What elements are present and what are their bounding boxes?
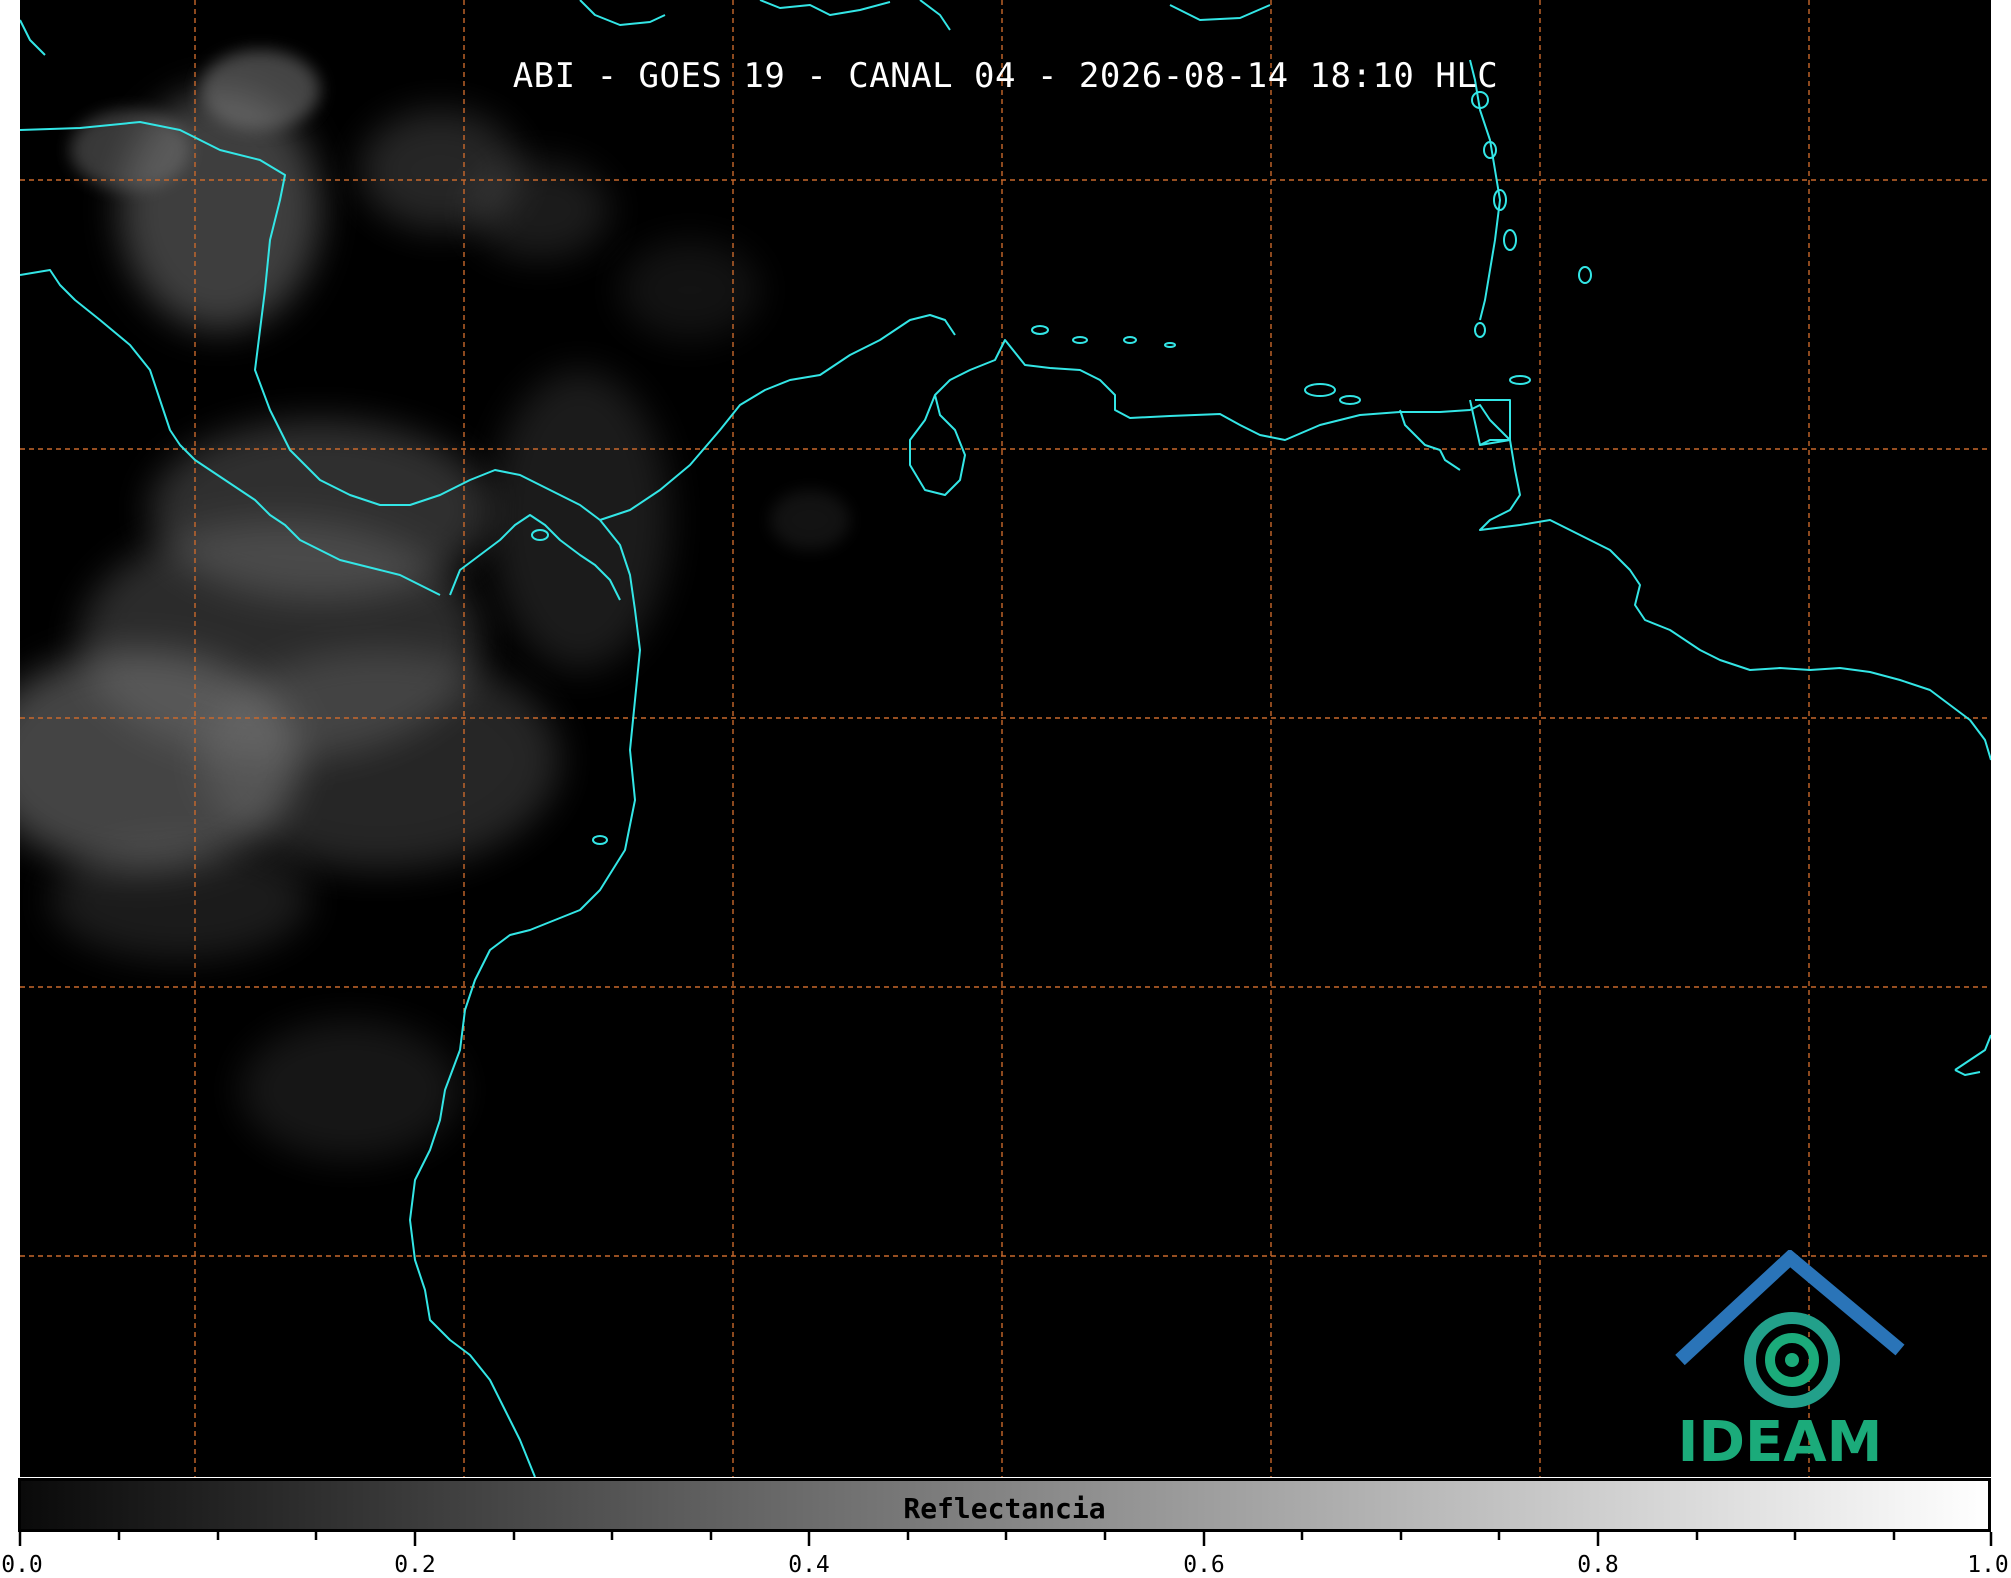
colorbar-label: Reflectancia — [903, 1492, 1106, 1525]
reflectance-colorbar: Reflectancia — [18, 1478, 1991, 1532]
tick-label-3: 0.6 — [1183, 1552, 1225, 1578]
tick-label-1: 0.2 — [394, 1552, 436, 1578]
map-title: ABI - GOES 19 - CANAL 04 - 2026-08-14 18… — [512, 56, 1499, 96]
colorbar-ticks: 0.0 0.2 0.4 0.6 0.8 1.0 — [0, 1532, 2011, 1578]
tick-label-4: 0.8 — [1577, 1552, 1619, 1578]
colorbar-tick-marks — [18, 1532, 1993, 1546]
tick-label-0: 0.0 — [1, 1552, 43, 1578]
ideam-logo-text: IDEAM — [1677, 1410, 1883, 1475]
satellite-map: ABI - GOES 19 - CANAL 04 - 2026-08-14 18… — [20, 0, 1991, 1477]
ideam-emblem-icon — [1675, 1250, 1905, 1408]
cloud-layer — [20, 50, 850, 1160]
ideam-logo: IDEAM — [1660, 1250, 1920, 1475]
tick-label-2: 0.4 — [788, 1552, 830, 1578]
tick-label-5: 1.0 — [1967, 1552, 2009, 1578]
